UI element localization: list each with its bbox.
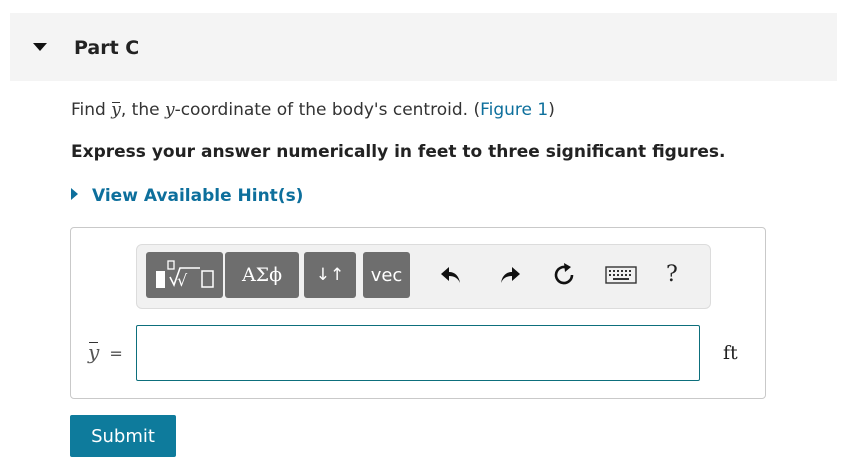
subscript-superscript-button[interactable]: ↓↑ bbox=[304, 252, 356, 298]
view-hints-toggle[interactable]: View Available Hint(s) bbox=[71, 186, 303, 206]
redo-button[interactable] bbox=[495, 260, 525, 290]
y-bar-symbol: y bbox=[111, 100, 121, 120]
vector-button[interactable]: vec bbox=[363, 252, 410, 298]
question-text: Find y, the y-coordinate of the body's c… bbox=[71, 100, 555, 120]
redo-icon bbox=[501, 267, 520, 283]
submit-button[interactable]: Submit bbox=[70, 415, 176, 457]
reset-icon bbox=[554, 263, 574, 285]
svg-text:√: √ bbox=[177, 271, 188, 290]
keyboard-icon bbox=[605, 266, 637, 284]
reset-button[interactable] bbox=[549, 260, 579, 290]
part-title: Part C bbox=[74, 37, 140, 59]
figure-link[interactable]: Figure 1 bbox=[480, 100, 548, 120]
y-bar-symbol: y bbox=[88, 340, 100, 364]
answer-input[interactable] bbox=[136, 325, 700, 381]
templates-icon: √ bbox=[155, 260, 214, 290]
undo-button[interactable] bbox=[436, 260, 466, 290]
templates-button[interactable]: √ bbox=[146, 252, 223, 298]
keyboard-button[interactable] bbox=[604, 260, 638, 290]
undo-icon bbox=[441, 267, 460, 283]
y-symbol: y bbox=[164, 100, 175, 120]
caret-right-icon bbox=[71, 188, 78, 200]
help-button[interactable]: ? bbox=[666, 262, 678, 287]
answer-variable-label: y = bbox=[88, 340, 123, 364]
hint-label: View Available Hint(s) bbox=[92, 186, 304, 206]
unit-label: ft bbox=[723, 342, 738, 364]
collapse-caret-icon[interactable] bbox=[33, 43, 47, 51]
greek-symbols-button[interactable]: ΑΣϕ bbox=[225, 252, 299, 298]
answer-instruction: Express your answer numerically in feet … bbox=[71, 142, 726, 162]
